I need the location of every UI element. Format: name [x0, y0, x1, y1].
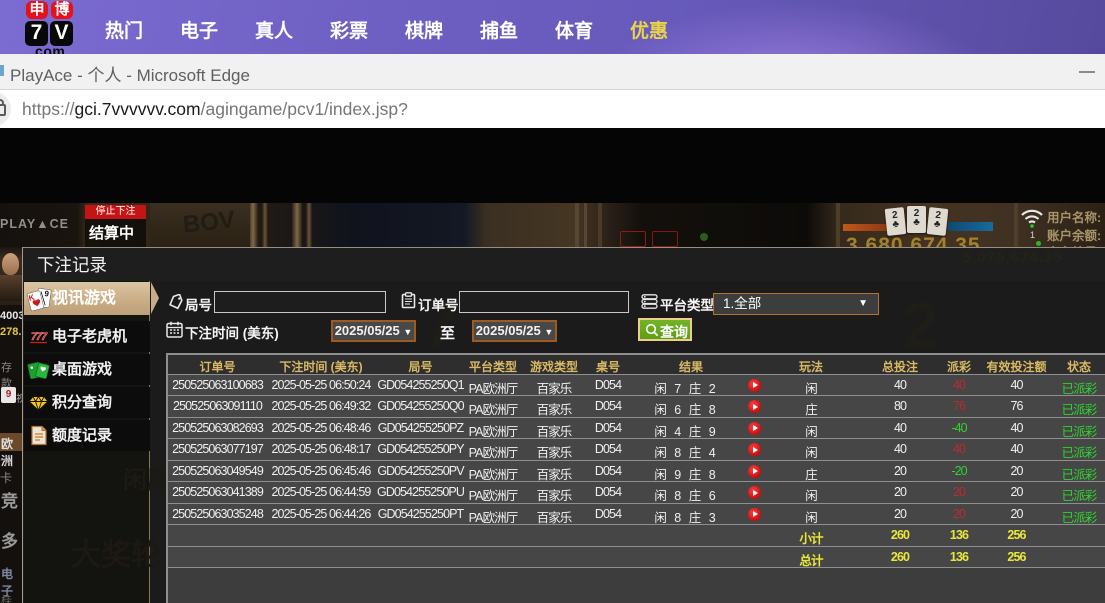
svg-text:777: 777 — [31, 331, 48, 343]
